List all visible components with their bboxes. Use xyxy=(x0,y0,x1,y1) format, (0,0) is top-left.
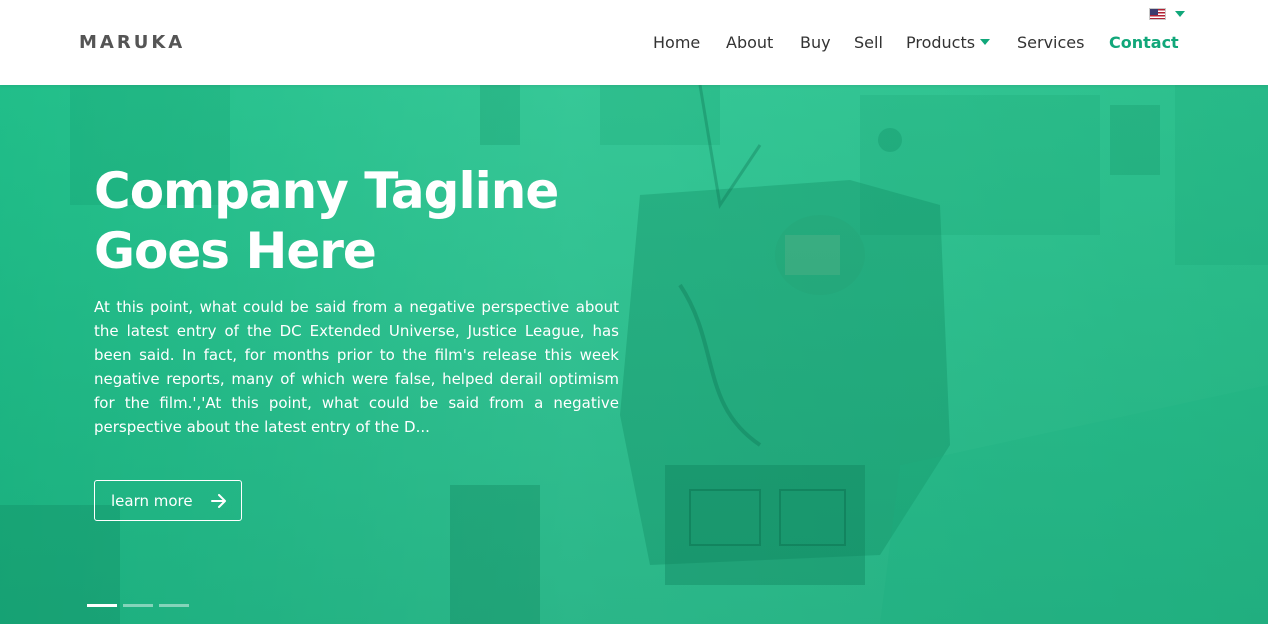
main-nav: Home About Buy Sell Products Services Co… xyxy=(0,33,1268,53)
slider-dot-1[interactable] xyxy=(87,604,117,607)
nav-contact[interactable]: Contact xyxy=(1109,33,1179,52)
nav-about[interactable]: About xyxy=(726,33,773,52)
hero-slider: Company Tagline Goes Here At this point,… xyxy=(0,85,1268,624)
slider-dot-2[interactable] xyxy=(123,604,153,607)
hero-tagline: Company Tagline Goes Here xyxy=(94,162,559,280)
nav-products[interactable]: Products xyxy=(906,33,991,52)
chevron-down-icon xyxy=(980,39,991,45)
learn-more-label: learn more xyxy=(111,492,193,510)
hero-description: At this point, what could be said from a… xyxy=(94,298,619,436)
slider-dot-3[interactable] xyxy=(159,604,189,607)
nav-home[interactable]: Home xyxy=(653,33,700,52)
chevron-down-icon xyxy=(1175,11,1185,17)
us-flag-icon xyxy=(1149,8,1166,20)
nav-sell[interactable]: Sell xyxy=(854,33,883,52)
nav-products-label: Products xyxy=(906,33,976,52)
learn-more-button[interactable]: learn more xyxy=(94,480,242,521)
arrow-right-icon xyxy=(211,494,226,508)
nav-services[interactable]: Services xyxy=(1017,33,1084,52)
site-header: MARUKA Home About Buy Sell Products Serv… xyxy=(0,0,1268,85)
nav-buy[interactable]: Buy xyxy=(800,33,831,52)
